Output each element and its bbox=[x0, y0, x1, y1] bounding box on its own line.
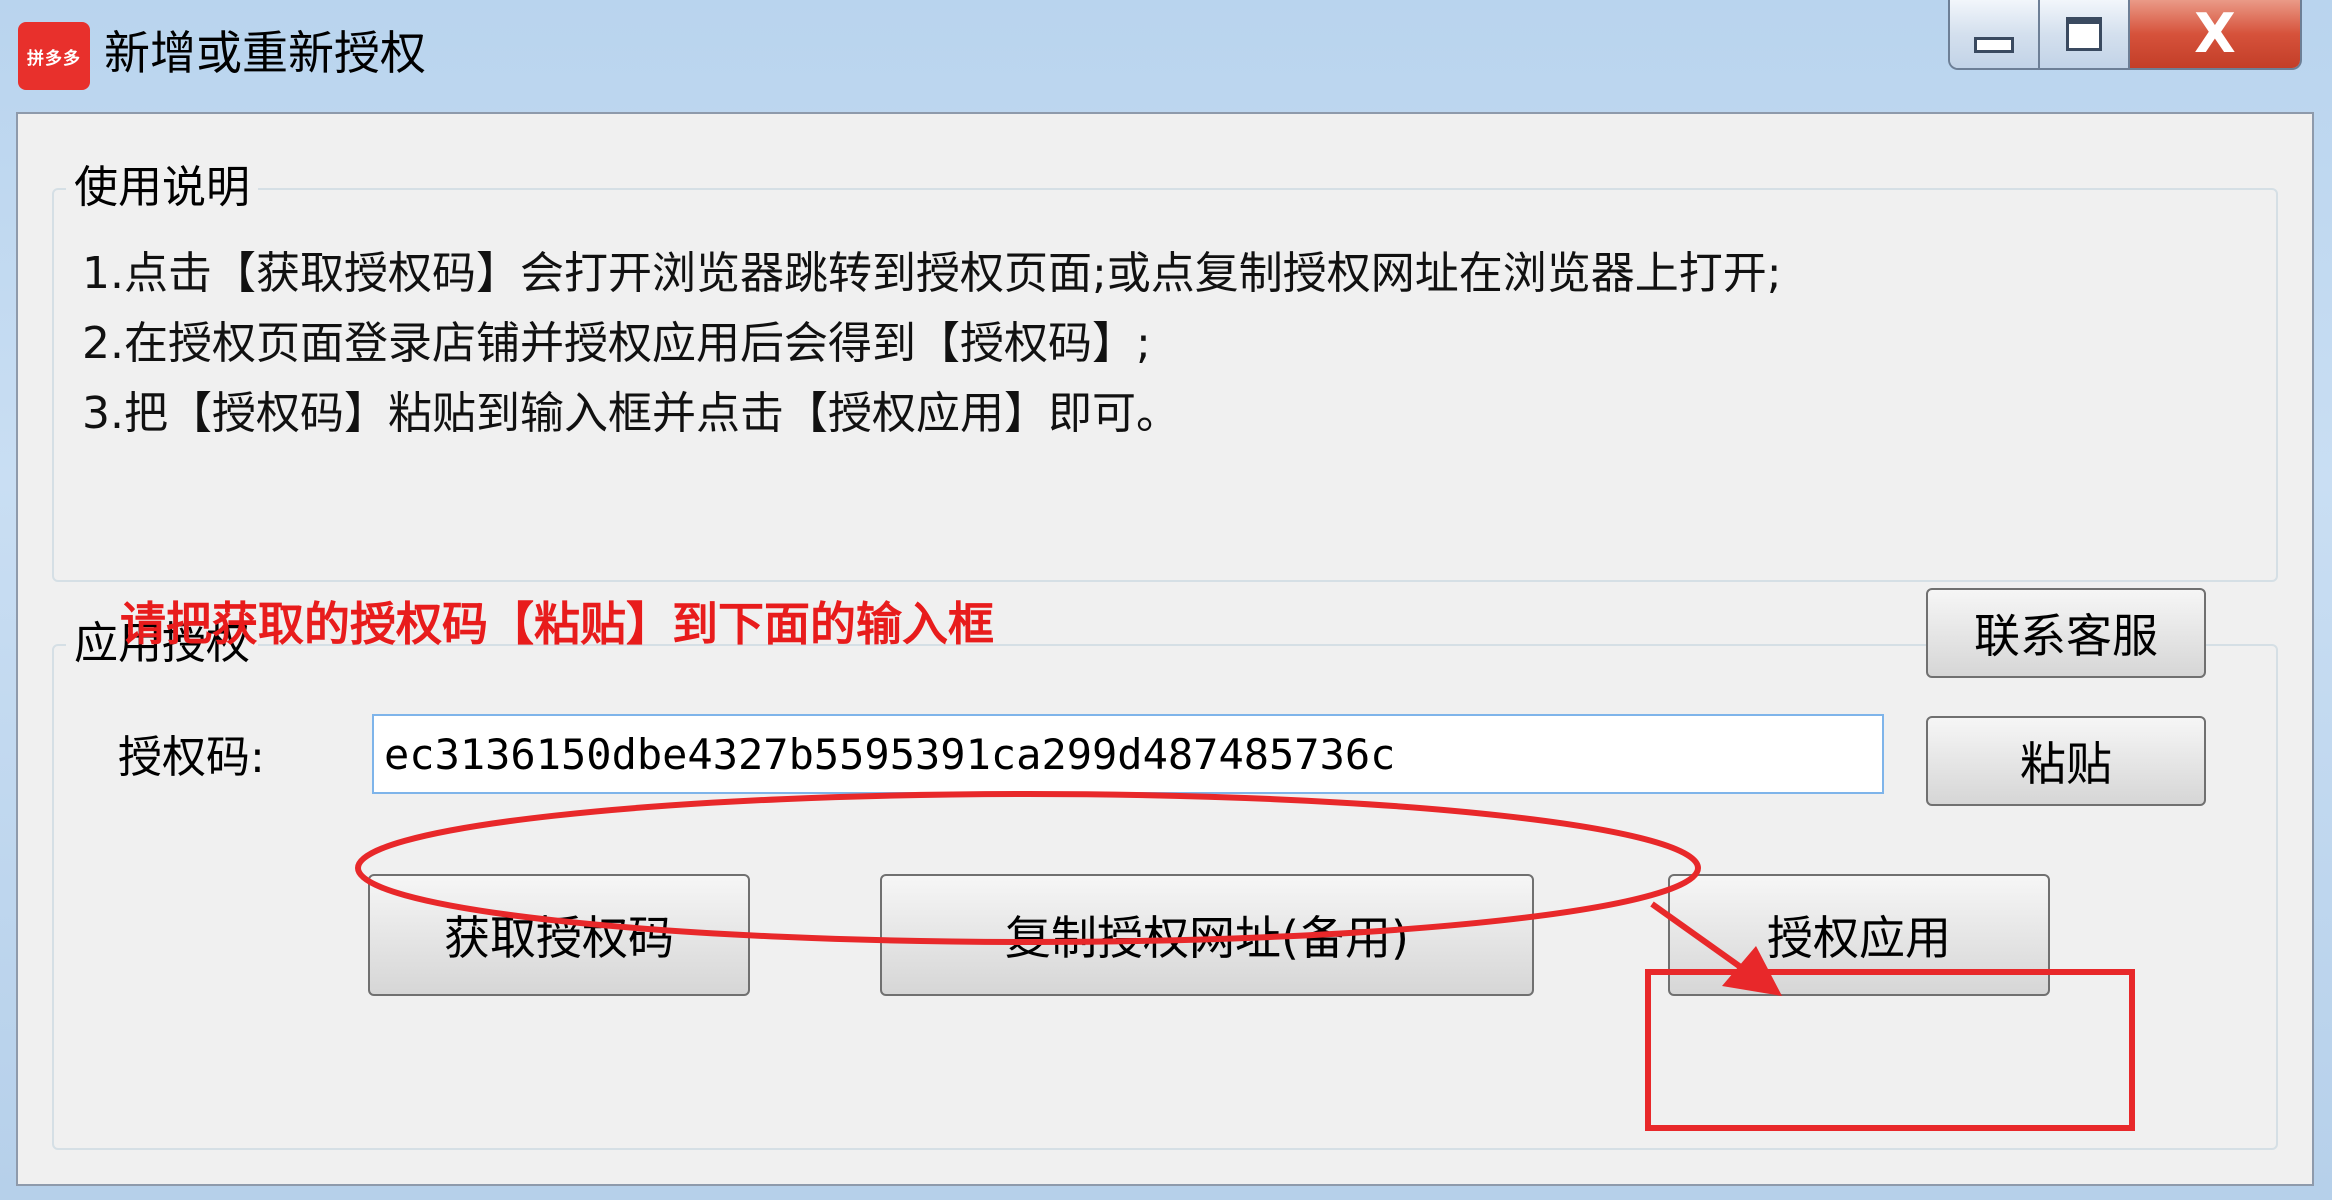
auth-code-input[interactable] bbox=[372, 714, 1884, 794]
minimize-icon bbox=[1974, 37, 2014, 53]
close-icon: X bbox=[2194, 2, 2236, 65]
window-title: 新增或重新授权 bbox=[104, 26, 426, 80]
paste-hint: 请把获取的授权码【粘贴】到下面的输入框 bbox=[120, 597, 994, 651]
instruction-line-2: 2.在授权页面登录店铺并授权应用后会得到【授权码】; bbox=[82, 318, 1151, 369]
title-bar: 拼多多 新增或重新授权 X bbox=[0, 0, 2332, 112]
maximize-button[interactable] bbox=[2040, 0, 2130, 68]
copy-auth-url-button[interactable]: 复制授权网址(备用) bbox=[880, 874, 1534, 996]
paste-button[interactable]: 粘贴 bbox=[1926, 716, 2206, 806]
minimize-button[interactable] bbox=[1950, 0, 2040, 68]
maximize-icon bbox=[2066, 17, 2102, 51]
app-logo-icon: 拼多多 bbox=[18, 22, 90, 90]
auth-code-label: 授权码: bbox=[118, 732, 265, 783]
get-auth-code-button[interactable]: 获取授权码 bbox=[368, 874, 750, 996]
app-logo-text: 拼多多 bbox=[27, 48, 81, 69]
instruction-line-1: 1.点击【获取授权码】会打开浏览器跳转到授权页面;或点复制授权网址在浏览器上打开… bbox=[82, 248, 1782, 299]
close-button[interactable]: X bbox=[2130, 0, 2300, 68]
window-controls: X bbox=[1948, 0, 2302, 70]
contact-support-button[interactable]: 联系客服 bbox=[1926, 588, 2206, 678]
instruction-line-3: 3.把【授权码】粘贴到输入框并点击【授权应用】即可。 bbox=[82, 388, 1180, 439]
apply-authorization-button[interactable]: 授权应用 bbox=[1668, 874, 2050, 996]
usage-legend: 使用说明 bbox=[66, 156, 258, 220]
